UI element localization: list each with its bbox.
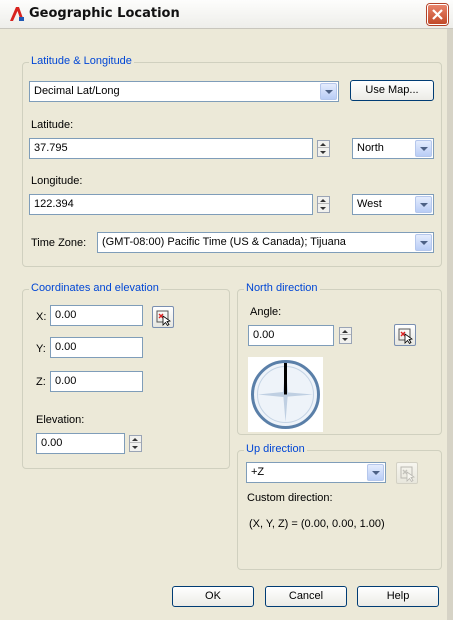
angle-input[interactable]: 0.00	[248, 325, 334, 346]
longitude-label: Longitude:	[31, 175, 83, 187]
longitude-input[interactable]: 122.394	[29, 194, 313, 215]
spin-up-icon[interactable]	[340, 328, 351, 335]
spin-down-icon[interactable]	[318, 149, 329, 156]
z-value: 0.00	[55, 375, 77, 387]
spin-down-icon[interactable]	[340, 336, 351, 343]
pick-point-icon	[156, 310, 172, 326]
time-zone-select[interactable]: (GMT-08:00) Pacific Time (US & Canada); …	[97, 232, 434, 253]
coordinate-format-select[interactable]: Decimal Lat/Long	[29, 81, 339, 102]
angle-value: 0.00	[253, 329, 275, 341]
lat-long-legend: Latitude & Longitude	[29, 55, 134, 67]
spin-up-icon[interactable]	[318, 141, 329, 148]
autocad-a-icon	[10, 7, 24, 21]
spin-down-icon[interactable]	[318, 205, 329, 212]
x-label: X:	[36, 311, 47, 323]
ok-label: OK	[205, 590, 221, 602]
cancel-label: Cancel	[288, 590, 324, 602]
custom-direction-label: Custom direction:	[247, 492, 333, 504]
pick-point-icon	[398, 328, 414, 344]
latitude-value: 37.795	[34, 142, 68, 154]
geographic-location-dialog: Geographic Location Latitude & Longitude…	[0, 0, 453, 620]
angle-label: Angle:	[250, 306, 282, 318]
coordinates-legend: Coordinates and elevation	[29, 282, 161, 294]
z-input[interactable]: 0.00	[50, 371, 143, 392]
time-zone-value: (GMT-08:00) Pacific Time (US & Canada); …	[102, 236, 346, 248]
chevron-down-icon[interactable]	[415, 196, 432, 213]
longitude-direction-select[interactable]: West	[352, 194, 434, 215]
up-direction-select[interactable]: +Z	[246, 462, 386, 483]
latitude-input[interactable]: 37.795	[29, 138, 313, 159]
close-button[interactable]	[427, 4, 448, 25]
north-compass[interactable]	[248, 357, 323, 432]
pick-point-icon	[400, 466, 416, 482]
latitude-direction-select[interactable]: North	[352, 138, 434, 159]
use-map-button[interactable]: Use Map...	[350, 80, 434, 101]
elevation-spinner[interactable]	[129, 435, 142, 452]
longitude-value: 122.394	[34, 198, 74, 210]
compass-icon	[251, 360, 320, 429]
help-label: Help	[386, 590, 410, 602]
title-bar[interactable]: Geographic Location	[0, 0, 453, 29]
y-input[interactable]: 0.00	[50, 337, 143, 358]
z-label: Z:	[36, 376, 46, 388]
coordinate-format-value: Decimal Lat/Long	[34, 85, 120, 97]
custom-direction-value: (X, Y, Z) = (0.00, 0.00, 1.00)	[249, 518, 385, 530]
chevron-down-icon[interactable]	[320, 83, 337, 100]
spin-up-icon[interactable]	[130, 436, 141, 443]
north-direction-legend: North direction	[244, 282, 320, 294]
close-x-icon	[432, 9, 443, 20]
time-zone-label: Time Zone:	[31, 237, 87, 249]
elevation-label: Elevation:	[36, 414, 85, 426]
longitude-direction-value: West	[357, 198, 382, 210]
help-button[interactable]: Help	[357, 586, 439, 607]
elevation-input[interactable]: 0.00	[36, 433, 125, 454]
x-value: 0.00	[55, 309, 77, 321]
spin-up-icon[interactable]	[318, 197, 329, 204]
y-label: Y:	[36, 343, 46, 355]
longitude-spinner[interactable]	[317, 196, 330, 213]
up-direction-value: +Z	[251, 466, 265, 478]
cancel-button[interactable]: Cancel	[265, 586, 347, 607]
use-map-label: Use Map...	[365, 84, 419, 96]
pick-point-button[interactable]	[152, 306, 174, 328]
latitude-spinner[interactable]	[317, 140, 330, 157]
chevron-down-icon[interactable]	[415, 140, 432, 157]
chevron-down-icon[interactable]	[415, 234, 432, 251]
latitude-direction-value: North	[357, 142, 384, 154]
window-title: Geographic Location	[29, 6, 180, 21]
pick-up-direction-button[interactable]	[396, 462, 418, 484]
chevron-down-icon[interactable]	[367, 464, 384, 481]
spin-down-icon[interactable]	[130, 444, 141, 451]
up-direction-legend: Up direction	[244, 443, 307, 455]
x-input[interactable]: 0.00	[50, 305, 143, 326]
latitude-label: Latitude:	[31, 119, 74, 131]
pick-angle-button[interactable]	[394, 324, 416, 346]
ok-button[interactable]: OK	[172, 586, 254, 607]
window-edge	[447, 29, 453, 620]
y-value: 0.00	[55, 341, 77, 353]
angle-spinner[interactable]	[339, 327, 352, 344]
elevation-value: 0.00	[41, 437, 63, 449]
